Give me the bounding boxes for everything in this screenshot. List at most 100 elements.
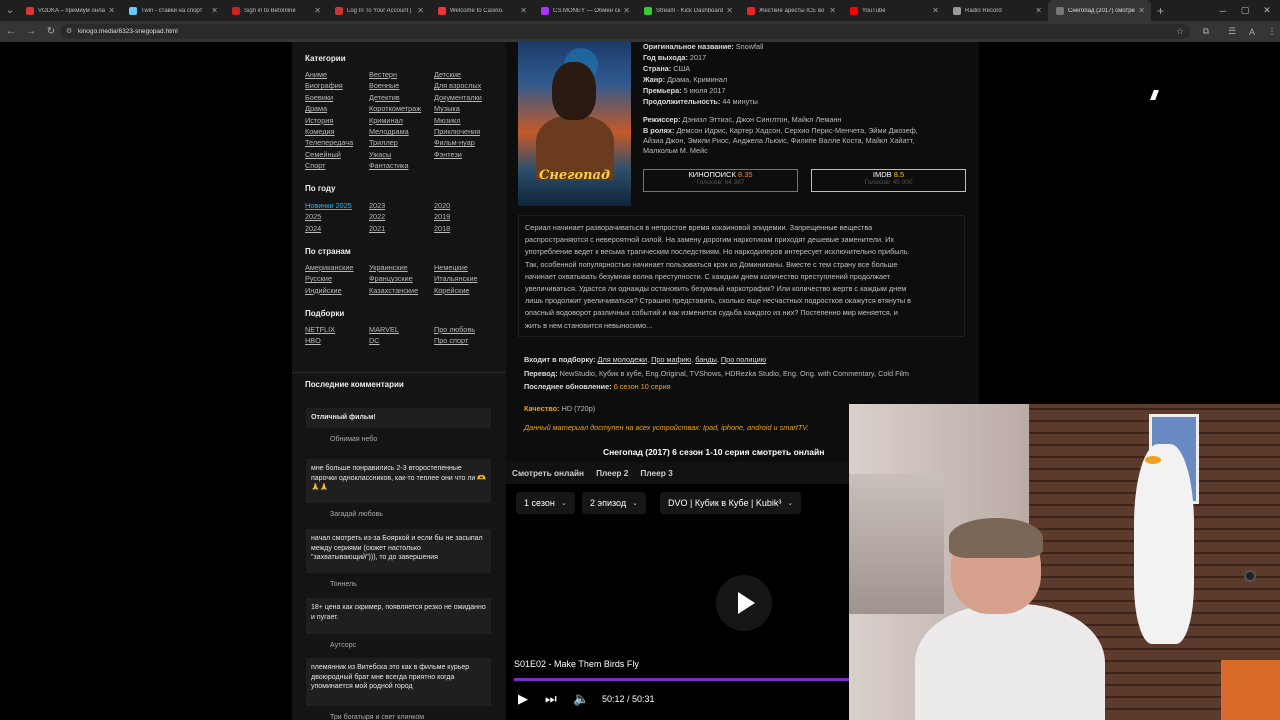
close-tab-icon[interactable]: ✕ [417, 6, 424, 15]
sidebar-link[interactable]: Американские [305, 262, 354, 273]
sidebar-link[interactable]: 2019 [434, 211, 450, 222]
sidebar-link[interactable]: Документалки [434, 92, 482, 103]
menu-kebab-icon[interactable]: ⋮ [1262, 21, 1280, 42]
sidebar-link[interactable]: Немецкие [434, 262, 478, 273]
comment-author-link[interactable]: Тоннель [330, 581, 357, 588]
sidebar-link[interactable]: Про любовь [434, 324, 475, 335]
browser-tab[interactable]: VODKA – премиум онла ✕ [18, 0, 121, 21]
close-tab-icon[interactable]: ✕ [623, 6, 630, 15]
tab-watch-online[interactable]: Смотреть онлайн [506, 468, 590, 478]
sidebar-link[interactable]: Французские [369, 273, 418, 284]
close-tab-icon[interactable]: ✕ [211, 6, 218, 15]
back-icon[interactable]: ← [2, 23, 20, 41]
voice-select[interactable]: DVO | Кубик в Кубе | Kubik³ ⌄ [660, 492, 802, 514]
movie-poster[interactable]: Снегопад [518, 42, 631, 206]
sidebar-link[interactable]: NETFLIX [305, 324, 335, 335]
season-select[interactable]: 1 сезон ⌄ [516, 492, 575, 514]
browser-tab[interactable]: Twin - ставки на спорт ✕ [121, 0, 224, 21]
close-tab-icon[interactable]: ✕ [726, 6, 733, 15]
sidebar-link[interactable]: Новинки 2025 [305, 200, 352, 211]
sidebar-link[interactable]: Спорт [305, 160, 353, 171]
sidebar-link[interactable]: 2022 [369, 211, 385, 222]
kinopoisk-rating[interactable]: КИНОПОИСК 8.35 Голосов: 64 387 [643, 169, 798, 192]
sidebar-link[interactable]: Короткометраж [369, 103, 421, 114]
sidebar-link[interactable]: HBO [305, 335, 335, 346]
comment-author-link[interactable]: Обнимая небо [330, 436, 377, 443]
extensions-icon[interactable]: ⧉ [1196, 21, 1216, 42]
collection-link[interactable]: Про полицию [721, 355, 766, 364]
url-input[interactable]: ⚙ kinogo.media/6323-snegopad.html [60, 24, 1190, 39]
sidebar-link[interactable]: DC [369, 335, 399, 346]
tab-player-2[interactable]: Плеер 2 [590, 468, 634, 478]
browser-tab[interactable]: Sign in to Betonline ✕ [224, 0, 327, 21]
sidebar-link[interactable]: Русские [305, 273, 354, 284]
sidebar-link[interactable]: Семейный [305, 149, 353, 160]
sidebar-link[interactable]: Детские [434, 69, 482, 80]
close-tab-icon[interactable]: ✕ [1138, 6, 1145, 15]
comment-text[interactable]: 18+ цена как скример, появляется резко н… [306, 598, 491, 634]
maximize-icon[interactable]: ▢ [1234, 0, 1256, 21]
sidebar-link[interactable]: Биография [305, 80, 353, 91]
sidebar-link[interactable]: Итальянские [434, 273, 478, 284]
big-play-button[interactable] [716, 575, 772, 631]
comment-text[interactable]: племянник из Витебска это как в фильме к… [306, 658, 491, 706]
episode-select[interactable]: 2 эпизод ⌄ [582, 492, 646, 514]
play-icon[interactable]: ▶ [518, 691, 528, 707]
sidebar-link[interactable]: Казахстанские [369, 285, 418, 296]
browser-tab[interactable]: Radio Record ✕ [945, 0, 1048, 21]
browser-tab[interactable]: Снегопад (2017) смотре ✕ [1048, 0, 1151, 21]
close-tab-icon[interactable]: ✕ [108, 6, 115, 15]
sidebar-link[interactable]: 2024 [305, 223, 352, 234]
sidebar-link[interactable]: Для взрослых [434, 80, 482, 91]
sidebar-link[interactable]: Ужасы [369, 149, 421, 160]
next-icon[interactable]: ⏭ [545, 691, 557, 707]
close-tab-icon[interactable]: ✕ [314, 6, 321, 15]
sidebar-link[interactable]: История [305, 115, 353, 126]
sidebar-link[interactable]: Музыка [434, 103, 482, 114]
profile-icon[interactable]: ☰ [1222, 21, 1242, 42]
sidebar-link[interactable]: Мюзикл [434, 115, 482, 126]
comment-text[interactable]: начал смотреть из-за Бояркой и если бы н… [306, 529, 491, 573]
forward-icon[interactable]: → [22, 23, 40, 41]
sidebar-link[interactable]: Комедия [305, 126, 353, 137]
tab-search-chevron-icon[interactable]: ⌄ [2, 3, 18, 19]
sidebar-link[interactable]: Драма [305, 103, 353, 114]
sidebar-link[interactable]: Приключения [434, 126, 482, 137]
site-info-icon[interactable]: ⚙ [66, 27, 72, 35]
sidebar-link[interactable]: Корейские [434, 285, 478, 296]
sidebar-link[interactable]: 2020 [434, 200, 450, 211]
browser-tab[interactable]: Log In To Your Account | ✕ [327, 0, 430, 21]
comment-text[interactable]: Отличный фильм! [306, 408, 491, 428]
sidebar-link[interactable]: Фантастика [369, 160, 421, 171]
sidebar-link[interactable]: Телепередача [305, 137, 353, 148]
bookmark-star-icon[interactable]: ☆ [1170, 21, 1190, 42]
close-tab-icon[interactable]: ✕ [520, 6, 527, 15]
sidebar-link[interactable]: Фэнтези [434, 149, 482, 160]
sidebar-link[interactable]: 2018 [434, 223, 450, 234]
sidebar-link[interactable]: Мелодрама [369, 126, 421, 137]
sidebar-link[interactable]: Про спорт [434, 335, 475, 346]
browser-tab[interactable]: YouTube ✕ [842, 0, 945, 21]
collection-link[interactable]: банды [695, 355, 717, 364]
collection-link[interactable]: Для молодежи [598, 355, 648, 364]
sidebar-link[interactable]: Индийские [305, 285, 354, 296]
volume-icon[interactable]: 🔈 [573, 691, 589, 707]
new-tab-icon[interactable]: + [1157, 4, 1164, 18]
sidebar-link[interactable]: Вестерн [369, 69, 421, 80]
collection-link[interactable]: Про мафию [651, 355, 691, 364]
sidebar-link[interactable]: Детектив [369, 92, 421, 103]
comment-text[interactable]: мне больше понравились 2-3 второстепенны… [306, 459, 491, 503]
tab-player-3[interactable]: Плеер 3 [634, 468, 678, 478]
close-tab-icon[interactable]: ✕ [1035, 6, 1042, 15]
comment-author-link[interactable]: Загадай любовь [330, 511, 383, 518]
comment-author-link[interactable]: Аутсорс [330, 642, 356, 649]
sidebar-link[interactable]: 2025 [305, 211, 352, 222]
sidebar-link[interactable]: Украинские [369, 262, 418, 273]
imdb-rating[interactable]: IMDB 8.5 Голосов: 45 000 [811, 169, 966, 192]
browser-tab[interactable]: Welcome to Casino. ✕ [430, 0, 533, 21]
close-tab-icon[interactable]: ✕ [829, 6, 836, 15]
close-tab-icon[interactable]: ✕ [932, 6, 939, 15]
browser-tab[interactable]: Жесткие аресты ICE во ✕ [739, 0, 842, 21]
sidebar-link[interactable]: Фильм-нуар [434, 137, 482, 148]
sidebar-link[interactable]: Триллер [369, 137, 421, 148]
